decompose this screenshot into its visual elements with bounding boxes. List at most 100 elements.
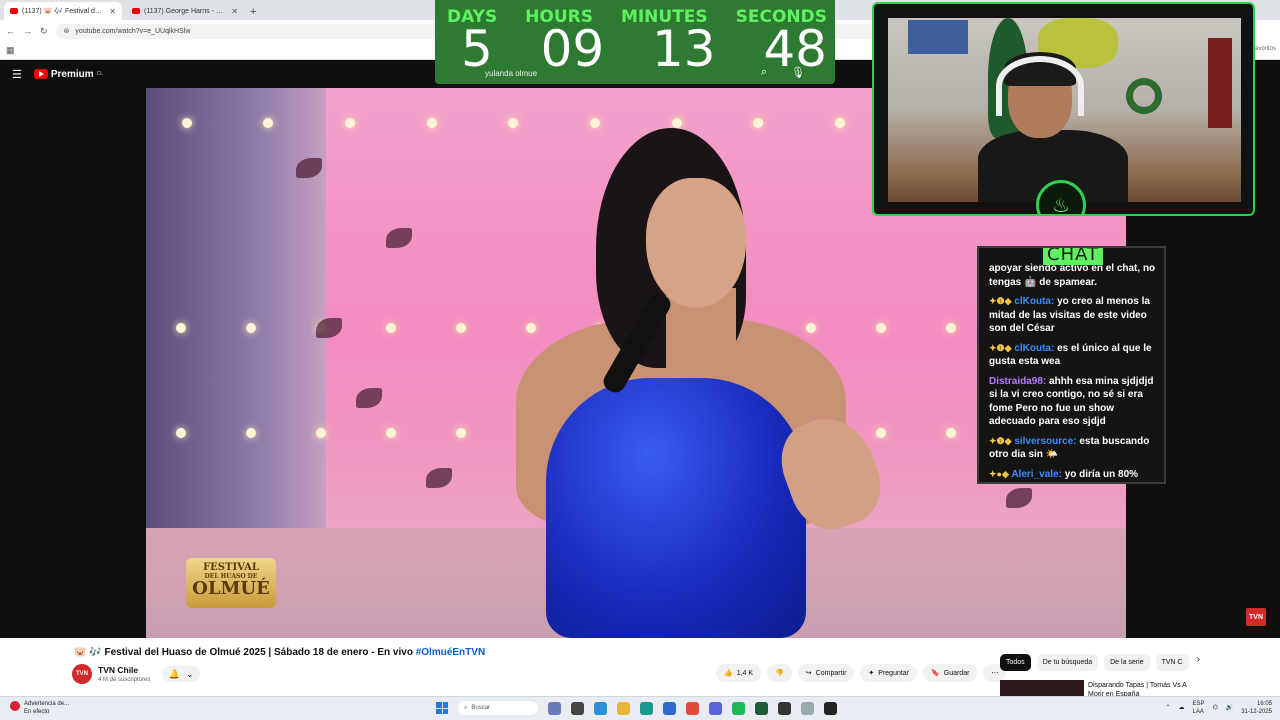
chat-username: silversource: — [1014, 435, 1077, 447]
video-info: 🐷 🎶 Festival del Huaso de Olmué 2025 | S… — [0, 638, 1280, 698]
chat-username: clKouta: — [1014, 296, 1055, 307]
app-icon[interactable] — [663, 701, 676, 715]
chevron-down-icon: ⌄ — [185, 668, 194, 679]
terminal-icon[interactable] — [755, 701, 768, 715]
url-text: youtube.com/watch?v=e_UUqlkHSlw — [75, 27, 191, 35]
share-button[interactable]: ↪ Compartir — [797, 664, 855, 682]
notification-bell-button[interactable]: 🔔 ⌄ — [162, 666, 200, 682]
chevron-up-icon[interactable]: ⌃ — [1166, 704, 1171, 712]
video-title: 🐷 🎶 Festival del Huaso de Olmué 2025 | S… — [74, 647, 485, 658]
language-indicator[interactable]: ESP LAA — [1193, 700, 1205, 716]
file-explorer-icon[interactable] — [617, 701, 630, 715]
reload-icon[interactable]: ↻ — [40, 26, 48, 37]
volume-icon[interactable]: 🔊 — [1226, 704, 1233, 712]
app-icon[interactable] — [571, 701, 584, 715]
site-info-icon[interactable]: ⊜ — [64, 27, 70, 35]
chat-username: clKouta: — [1014, 342, 1055, 354]
like-count: 1,4 K — [736, 669, 754, 677]
bell-icon: 🔔 — [168, 668, 180, 679]
countdown-minutes: 13 — [651, 20, 716, 78]
channel-name[interactable]: TVN Chile — [98, 665, 138, 675]
badge-icons: ✦●◆ — [989, 468, 1009, 479]
like-button[interactable]: 👍 1,4 K — [716, 664, 762, 682]
warning-subtitle: En efecto — [24, 709, 50, 715]
headset — [996, 56, 1084, 116]
taskbar-apps: ⌕ Buscar — [436, 701, 837, 715]
warning-notification[interactable]: Advertencia de... En efecto — [10, 700, 69, 716]
search-query-text[interactable]: yulanda olmue — [485, 69, 537, 78]
chat-message: Distraida98: ahhh esa mina sjdjdjd si la… — [989, 375, 1159, 429]
tab-george-harris[interactable]: (1137) George Harris - Humor ✕ — [126, 2, 244, 20]
tab-title: (1137) George Harris - Humor — [144, 7, 227, 15]
task-view-icon[interactable] — [548, 701, 561, 715]
youtube-favicon-icon — [132, 8, 140, 14]
country-code: CL — [96, 71, 104, 77]
youtube-play-icon — [33, 69, 48, 79]
clock[interactable]: 16:05 31-12-2025 — [1241, 700, 1272, 716]
chat-title: CHAT — [1043, 248, 1104, 265]
thumbs-down-icon: 👎 — [775, 670, 784, 677]
menu-icon[interactable]: ☰ — [12, 68, 22, 81]
app-icon[interactable] — [594, 701, 607, 715]
share-icon: ↪ — [805, 670, 812, 677]
spotify-icon[interactable] — [732, 701, 745, 715]
close-icon[interactable]: ✕ — [231, 7, 238, 16]
language-code: ESP — [1192, 701, 1205, 707]
recommendation-chips: Todos De tu búsqueda De la serie TVN C › — [1000, 654, 1200, 671]
keyboard-layout: LAA — [1192, 709, 1204, 715]
edge-icon[interactable] — [640, 701, 653, 715]
bookmarks-folder[interactable]: Favoritos — [1251, 46, 1276, 52]
ask-button[interactable]: ✦ Preguntar — [860, 664, 918, 682]
chip-tvn[interactable]: TVN C — [1155, 654, 1189, 671]
recommended-thumbnail[interactable] — [1000, 680, 1084, 696]
chevron-right-icon[interactable]: › — [1197, 654, 1200, 671]
thumbs-up-icon: 👍 — [724, 670, 733, 677]
taskbar: Advertencia de... En efecto ⌕ Buscar ⌃ ☁… — [0, 696, 1280, 720]
obs-icon[interactable] — [778, 701, 791, 715]
channel-avatar[interactable]: TVN — [72, 664, 92, 684]
app-icon[interactable] — [709, 701, 722, 715]
chat-username: Distraida98: — [989, 375, 1047, 387]
microphone-icon[interactable]: 🎙 — [791, 66, 805, 79]
hashtag-link[interactable]: #OlmuéEnTVN — [416, 647, 485, 658]
apps-icon[interactable]: ▦ — [6, 45, 15, 56]
dislike-button[interactable]: 👎 — [767, 664, 792, 682]
warning-icon — [10, 701, 20, 711]
singer-dress — [546, 378, 806, 638]
tray-app-icon[interactable]: ☁ — [1179, 704, 1185, 712]
countdown-timer: DAYS HOURS MINUTES SECONDS 5 09 13 48 yu… — [435, 0, 835, 84]
save-button[interactable]: 🔖 Guardar — [923, 664, 978, 682]
premium-label: Premium — [50, 68, 94, 80]
clock-date: 31-12-2025 — [1241, 709, 1272, 715]
chat-message: ✦❶◆ clKouta: yo creo al menos la mitad d… — [989, 295, 1159, 336]
chip-all[interactable]: Todos — [1000, 654, 1031, 671]
channel-watermark: TVN — [1246, 608, 1266, 626]
chat-message: ✦●◆ Aleri_vale: yo diría un 80% — [989, 468, 1159, 482]
chrome-icon[interactable] — [686, 701, 699, 715]
app-icon[interactable] — [824, 701, 837, 715]
badge-icons: ✦❶◆ — [989, 342, 1012, 353]
wall-flag — [1208, 38, 1232, 128]
back-icon[interactable]: ← — [6, 26, 15, 36]
forward-icon[interactable]: → — [23, 26, 32, 36]
search-icon[interactable]: ⌕ — [761, 66, 767, 79]
video-actions: 👍 1,4 K 👎 ↪ Compartir ✦ Preguntar 🔖 Guar… — [716, 664, 1007, 682]
screen: (1137) 🐷 🎶 Festival del Huaso ✕ (1137) G… — [0, 0, 1280, 720]
chat-message: apoyar siendo activo en el chat, no teng… — [989, 262, 1159, 289]
app-icon[interactable] — [801, 701, 814, 715]
tab-festival[interactable]: (1137) 🐷 🎶 Festival del Huaso ✕ — [4, 2, 122, 20]
chip-from-search[interactable]: De tu búsqueda — [1036, 654, 1099, 671]
taskbar-search[interactable]: ⌕ Buscar — [458, 701, 538, 715]
close-icon[interactable]: ✕ — [109, 7, 116, 16]
webcam-feed — [888, 18, 1241, 202]
youtube-premium-logo[interactable]: Premium CL — [33, 68, 104, 80]
singer-face — [646, 178, 746, 308]
chat-text: apoyar siendo activo en el chat, no teng… — [989, 263, 1156, 288]
badge-icons: ✦❶◆ — [989, 435, 1012, 446]
chat-overlay: apoyar siendo activo en el chat, no teng… — [977, 246, 1166, 484]
tab-title: (1137) 🐷 🎶 Festival del Huaso — [22, 8, 105, 15]
windows-start-icon[interactable] — [436, 702, 448, 714]
network-icon[interactable]: ⌬ — [1213, 704, 1218, 712]
chip-from-series[interactable]: De la serie — [1104, 654, 1150, 671]
new-tab-button[interactable]: + — [250, 6, 256, 18]
